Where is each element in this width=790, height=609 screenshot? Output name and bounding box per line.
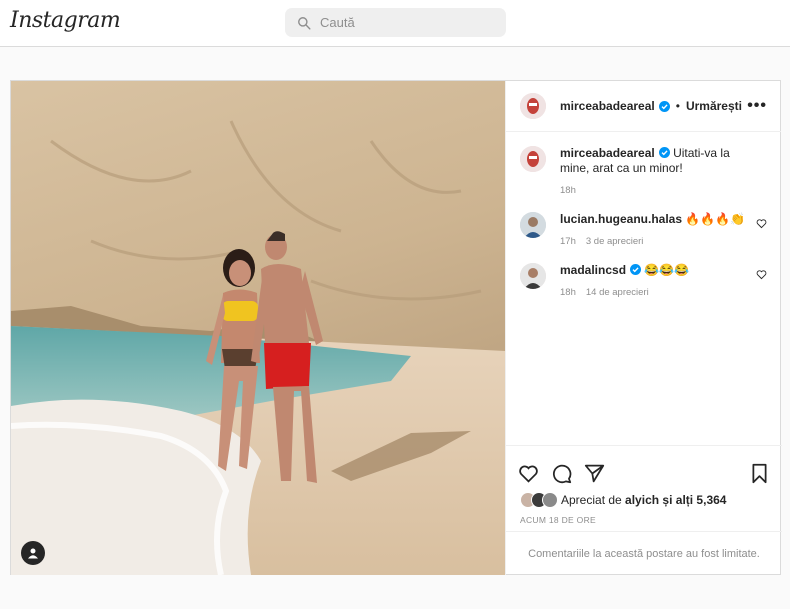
comment-username[interactable]: madalincsd [560,263,626,277]
search-box[interactable] [285,8,506,37]
heart-icon[interactable] [518,463,539,484]
likes-prefix: Apreciat de [561,493,622,507]
comments-list: mirceabadeareal Uitati-va la mine, arat … [506,132,781,445]
likes-summary: Apreciat de alyich și alți 5,364 [506,488,782,508]
post-sidebar: mirceabadeareal • Urmărești ••• mirceaba… [505,81,782,575]
post-card: mirceabadeareal • Urmărești ••• mirceaba… [10,80,782,575]
heart-icon[interactable] [756,218,767,229]
comment-likes[interactable]: 14 de aprecieri [586,287,649,298]
liker-avatars[interactable] [520,492,558,508]
avatar[interactable] [520,263,546,289]
heart-icon[interactable] [756,269,767,280]
avatar-image [520,93,546,119]
comment-text: 🔥🔥🔥👏 [685,212,746,226]
avatar [542,492,558,508]
avatar-image [520,263,546,289]
user-tag-icon [28,548,38,559]
save-icon[interactable] [749,463,770,484]
comment-icon[interactable] [551,463,572,484]
caption-username[interactable]: mirceabadeareal [560,146,655,160]
post-photo[interactable] [11,81,505,575]
comment-item: madalincsd 😂😂😂 18h 14 de aprecieri [520,263,767,298]
caption: mirceabadeareal Uitati-va la mine, arat … [520,146,767,196]
comment-text: 😂😂😂 [644,263,690,277]
author-username[interactable]: mirceabadeareal [560,99,655,113]
likes-username[interactable]: alyich [625,493,659,507]
search-icon [298,16,311,30]
comment-time[interactable]: 17h [560,236,576,247]
avatar-image [520,212,546,238]
more-options-button[interactable]: ••• [747,97,767,115]
comment-item: lucian.hugeanu.halas 🔥🔥🔥👏 17h 3 de apreci… [520,212,767,247]
comment-username[interactable]: lucian.hugeanu.halas [560,212,682,226]
likes-count[interactable]: și alți 5,364 [662,493,726,507]
post-header: mirceabadeareal • Urmărești ••• [506,81,781,132]
separator-dot: • [675,99,680,113]
post-actions: Apreciat de alyich și alți 5,364 ACUM 18… [506,445,782,531]
avatar-image [520,146,546,172]
verified-icon [630,264,642,275]
avatar[interactable] [520,146,546,172]
follow-button[interactable]: Urmărești [686,99,742,113]
share-icon[interactable] [584,463,605,484]
comment-likes[interactable]: 3 de aprecieri [586,236,644,247]
user-tag-button[interactable] [21,541,45,565]
verified-icon [658,147,670,158]
beach-photo [11,81,505,575]
avatar[interactable] [520,212,546,238]
comments-limited-notice: Comentariile la această postare au fost … [506,531,782,575]
caption-time[interactable]: 18h [560,185,576,196]
verified-icon [658,100,670,112]
comment-time[interactable]: 18h [560,287,576,298]
instagram-logo[interactable]: Instagram [10,8,121,33]
avatar[interactable] [520,93,546,119]
top-bar: Instagram [0,0,790,47]
search-input[interactable] [320,15,490,30]
post-date[interactable]: ACUM 18 DE ORE [506,508,782,525]
